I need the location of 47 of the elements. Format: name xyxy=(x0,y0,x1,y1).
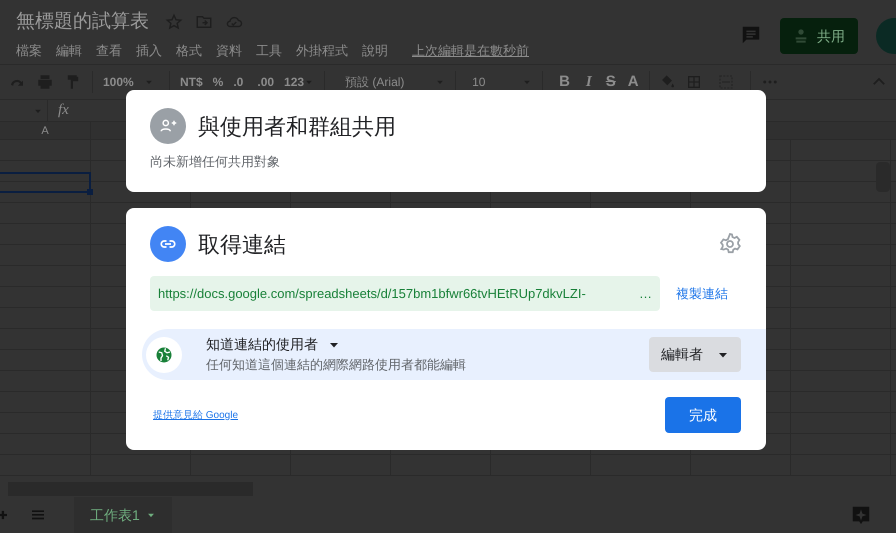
done-button[interactable]: 完成 xyxy=(665,397,741,433)
menu-item[interactable]: 資料 xyxy=(216,40,242,60)
access-dropdown[interactable]: 知道連結的使用者 xyxy=(206,334,649,356)
last-edit-link[interactable]: 上次編輯是在數秒前 xyxy=(412,40,529,60)
borders-icon[interactable] xyxy=(686,74,702,90)
column-header: A xyxy=(0,122,91,139)
font-dropdown[interactable]: 預設 (Arial) xyxy=(345,73,446,91)
avatar[interactable] xyxy=(876,18,896,54)
share-button[interactable]: 共用 xyxy=(780,18,858,54)
zoom-dropdown[interactable]: 100% xyxy=(103,73,159,91)
menu-item[interactable]: 查看 xyxy=(96,40,122,60)
percent-button[interactable]: % xyxy=(212,73,224,91)
fill-handle[interactable] xyxy=(87,189,93,195)
link-url-field[interactable]: https://docs.google.com/spreadsheets/d/157bm1bfwr66tvHEtRUp7dkvLZI- … xyxy=(150,276,660,311)
increase-decimal-button[interactable]: .00 xyxy=(257,73,274,91)
menu-item[interactable]: 工具 xyxy=(256,40,282,60)
menu-item[interactable]: 外掛程式 xyxy=(296,40,348,60)
card-title: 取得連結 xyxy=(198,230,287,258)
strikethrough-button[interactable]: S xyxy=(606,70,616,94)
menu-item[interactable]: 說明 xyxy=(362,40,388,60)
card-subtitle: 尚未新增任何共用對象 xyxy=(150,153,281,171)
explore-icon[interactable] xyxy=(850,504,872,526)
copy-link-button[interactable]: 複製連結 xyxy=(676,284,728,304)
menu-item[interactable]: 格式 xyxy=(176,40,202,60)
more-formats-dropdown[interactable]: 123 xyxy=(284,73,314,91)
settings-icon[interactable] xyxy=(718,232,742,256)
role-dropdown[interactable]: 編輯者 xyxy=(649,337,741,372)
document-title[interactable]: 無標題的試算表 xyxy=(16,8,149,36)
globe-glyph-icon xyxy=(155,346,173,364)
menu-item[interactable]: 插入 xyxy=(136,40,162,60)
access-description: 任何知道這個連結的網際網路使用者都能編輯 xyxy=(206,356,467,374)
function-label: fx xyxy=(57,101,70,120)
currency-button[interactable]: NT$ xyxy=(180,73,203,91)
feedback-link[interactable]: 提供意見給 Google xyxy=(153,408,238,422)
sheet-tab[interactable]: 工作表1 xyxy=(74,497,172,533)
italic-button[interactable]: I xyxy=(586,70,592,94)
menu-item[interactable]: 檔案 xyxy=(16,40,42,60)
text-color-button[interactable]: A xyxy=(628,70,639,94)
card-title: 與使用者和群組共用 xyxy=(198,112,396,140)
font-size-dropdown[interactable]: 10 xyxy=(472,73,532,91)
comment-icon[interactable] xyxy=(740,24,762,46)
person-icon xyxy=(793,28,809,44)
bold-button[interactable]: B xyxy=(559,70,570,94)
decrease-decimal-button[interactable]: .0 xyxy=(233,73,244,91)
selected-cell[interactable] xyxy=(0,172,91,193)
menu-item[interactable]: 編輯 xyxy=(56,40,82,60)
paint-bucket-icon[interactable] xyxy=(660,74,676,90)
